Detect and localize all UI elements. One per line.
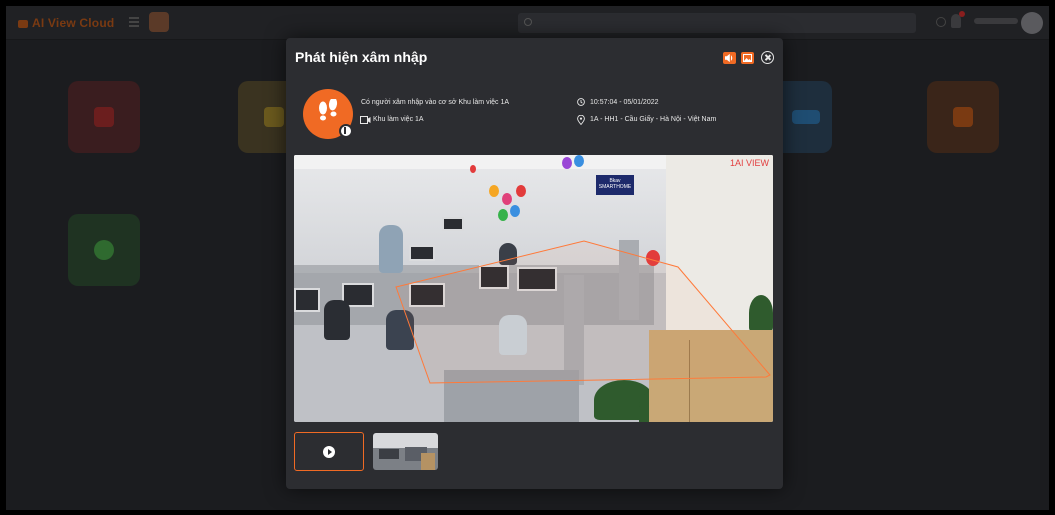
image-button[interactable] [741,52,754,64]
people-icon [264,107,284,127]
brand-logo-icon [18,19,28,28]
device-icon [792,110,820,124]
snapshot-thumbnail[interactable] [373,433,438,470]
app-switch-button[interactable] [149,12,169,32]
event-avatar [303,89,353,139]
play-icon [323,446,335,458]
map-pin-icon [577,115,585,125]
dashboard-tile-cameras[interactable] [927,81,999,153]
top-bar: AI View Cloud [6,6,1049,40]
search-input[interactable] [518,13,916,33]
close-button[interactable] [761,51,774,64]
event-camera: Khu làm việc 1A [373,116,424,123]
event-description: Có người xâm nhập vào cơ sở Khu làm việc… [361,99,510,106]
event-time: 10:57:04 - 05/01/2022 [590,99,659,106]
volume-button[interactable] [723,52,736,64]
search-icon [524,18,532,26]
bell-icon [94,107,114,127]
volume-icon [725,54,733,62]
video-clip-thumbnail[interactable] [294,432,364,471]
user-name[interactable] [974,18,1018,24]
brand-name: AI View Cloud [32,16,115,30]
clock-icon [577,98,585,106]
camera-snapshot[interactable]: Bkav SMARTHOME 1AI VIEW [294,155,773,422]
intrusion-alert-dialog: Phát hiện xâm nhập Có người xâm nhập vào… [286,38,783,489]
brand-logo[interactable]: AI View Cloud [18,16,114,30]
avatar[interactable] [1021,12,1043,34]
notification-bell-icon[interactable] [951,11,965,28]
dialog-title: Phát hiện xâm nhập [295,49,428,65]
menu-icon[interactable] [129,17,139,27]
app-background: AI View Cloud Phát hiện xâm nhập Có ngườ… [6,6,1049,510]
camera-icon [360,116,371,124]
image-icon [743,54,752,62]
footprints-icon [319,99,338,121]
gear-icon [94,240,114,260]
camera-icon [953,107,973,127]
info-badge [339,124,353,138]
dashboard-tile-settings[interactable] [68,214,140,286]
help-icon[interactable] [936,17,946,27]
dashboard-tile-notifications[interactable] [68,81,140,153]
event-location: 1A - HH1 - Cầu Giấy - Hà Nội - Việt Nam [590,116,717,123]
intrusion-zone-outline [395,240,771,384]
